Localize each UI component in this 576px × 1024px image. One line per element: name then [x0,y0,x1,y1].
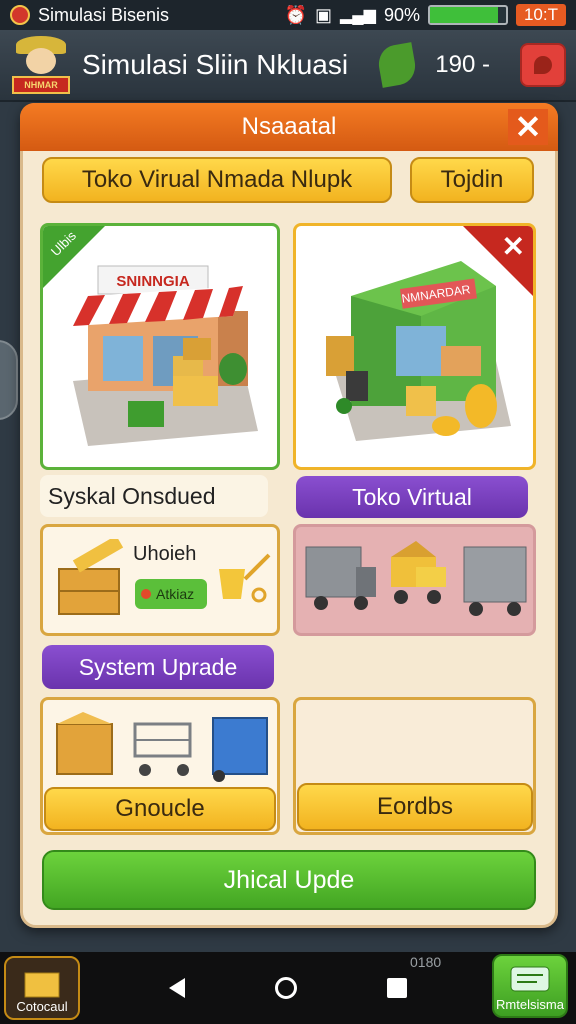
recent-apps-icon[interactable] [387,978,407,998]
scale-icon [219,553,271,603]
battery-icon [427,5,508,25]
home-icon[interactable] [275,977,297,999]
side-drawer-handle[interactable] [0,340,18,420]
shop-corner-label: Cotocaul [16,999,68,1014]
upgrade-tag: Atkiaz [135,579,207,609]
menu-button[interactable] [520,43,566,87]
modal-title: Nsaaatal [241,113,337,140]
vehicles-illustration [305,541,527,616]
modal-header: Nsaaatal ✕ [20,103,558,151]
farmer-face-icon [26,48,56,74]
physical-store-card[interactable]: Ulbis SNINNGIA [40,223,280,470]
virtual-store-tab-button[interactable]: Toko Virual Nmada Nlupk [42,157,392,203]
status-icons: ⏰ ▣ ▂▄▆ 90% 10:T [285,4,566,26]
tag-dot-icon [141,589,151,599]
leaf-icon [376,42,419,88]
app-title: Simulasi Sliin Nkluasi [82,49,349,80]
primary-upgrade-button[interactable]: Jhical Upde [42,850,536,910]
basket-icon [24,972,60,998]
virtual-store-card[interactable]: ✕ NMNARDAR [293,223,536,470]
close-button[interactable]: ✕ [508,109,548,145]
chat-report-icon [510,966,550,992]
upgrade-card[interactable]: Uhoieh Atkiaz [40,524,280,636]
system-upgrade-button[interactable]: System Uprade [42,645,274,689]
app-notification-icon [10,5,30,25]
report-corner-label: Rmtelsisma [496,997,564,1012]
delivery-vehicles-card[interactable] [293,524,536,636]
battery-percent: 90% [383,4,420,25]
store-sign-text: SNINNGIA [116,273,190,290]
leaf-menu-icon [534,56,552,74]
sim-icon: ▣ [314,4,332,25]
inventory-button[interactable]: Gnoucle [44,787,276,831]
coin-counter: 190 - [435,51,490,78]
app-header: NHMAR Simulasi Sliin Nkluasi 190 - [0,30,576,102]
nav-aux-text: 0180 [410,954,442,970]
crate-hammer-icon [58,539,124,615]
report-corner-button[interactable]: Rmtelsisma [492,954,568,1018]
slot-action-button[interactable]: Eordbs [297,783,533,831]
physical-store-caption: Syskal Onsdued [40,475,268,517]
upgrade-tag-label: Atkiaz [156,586,195,602]
upgrade-card-title: Uhoieh [133,543,197,565]
virtual-store-button[interactable]: Toko Virtual [296,476,528,518]
back-icon[interactable] [169,978,185,998]
secondary-tab-button[interactable]: Tojdin [410,157,534,203]
status-bar: Simulasi Bisenis ⏰ ▣ ▂▄▆ 90% 10:T [0,0,576,30]
status-app-name: Simulasi Bisenis [38,4,170,25]
alarm-icon: ⏰ [284,4,307,25]
system-nav-bar [0,952,576,1024]
close-icon[interactable]: ✕ [502,230,525,263]
app-logo[interactable]: NHMAR [10,34,72,96]
status-clock: 10:T [515,4,566,26]
inventory-illustration [56,712,268,782]
signal-icon: ▂▄▆ [339,7,376,24]
shop-corner-button[interactable]: Cotocaul [4,956,80,1020]
logo-badge: NHMAR [12,76,70,94]
